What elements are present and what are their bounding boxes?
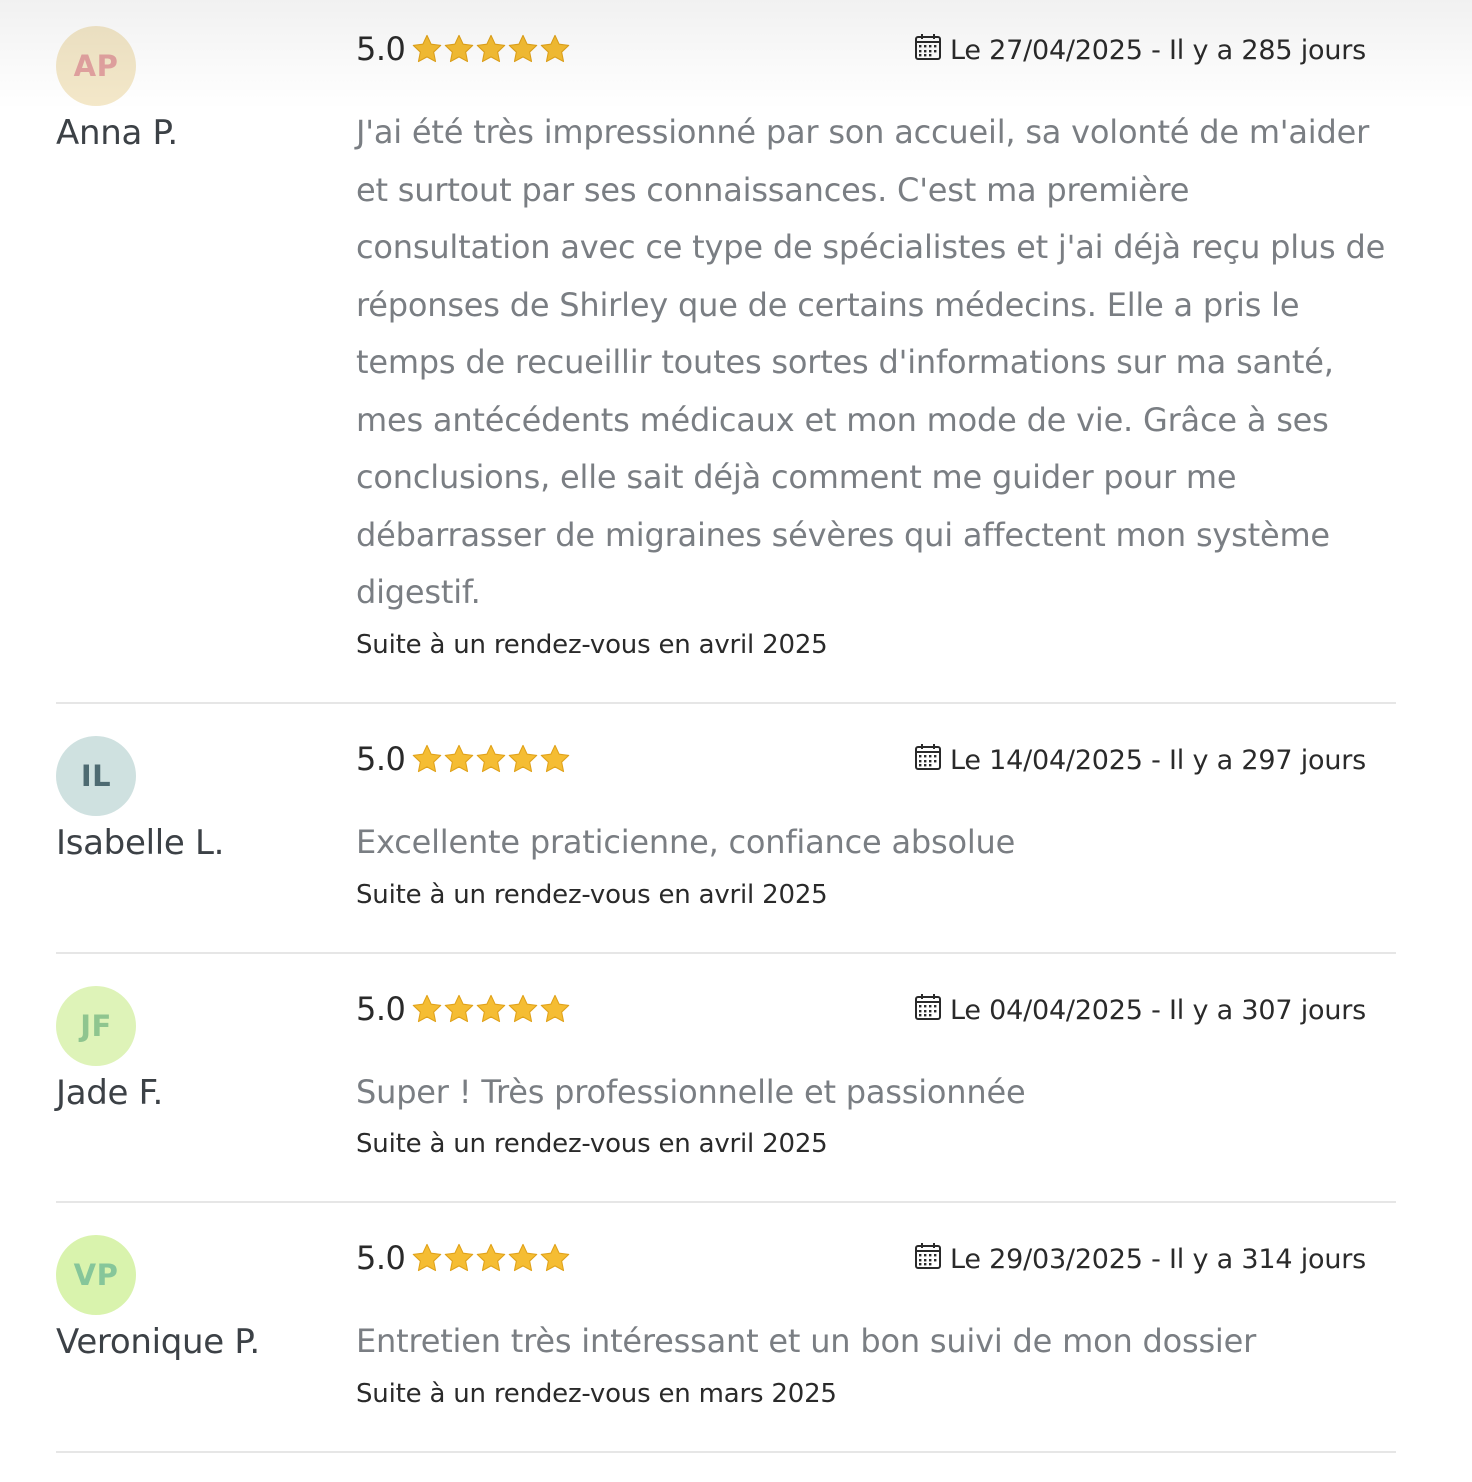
review-date: Le 29/03/2025 - Il y a 314 jours (914, 1242, 1366, 1277)
reviewer-name: Veronique P. (56, 1322, 260, 1362)
review-date-text: Le 14/04/2025 - Il y a 297 jours (949, 745, 1366, 776)
star-icon (541, 34, 570, 63)
star-icon (477, 1243, 506, 1272)
avatar-initials: JF (80, 1009, 112, 1043)
rating-stars (411, 743, 571, 775)
star-icon (413, 34, 442, 63)
avatar-initials: IL (80, 759, 112, 793)
star-icon (477, 744, 506, 773)
review-item: IL Isabelle L. 5.0 Le 14/04/2025 - Il y … (56, 704, 1396, 954)
review-item: VP Veronique P. 5.0 Le 29/03/2025 - Il y… (56, 1203, 1396, 1453)
reviewer-name: Isabelle L. (56, 823, 225, 863)
calendar-icon (914, 1242, 950, 1277)
star-icon (413, 744, 442, 773)
review-date-text: Le 27/04/2025 - Il y a 285 jours (949, 35, 1366, 66)
star-icon (445, 1243, 474, 1272)
review-date-text: Le 29/03/2025 - Il y a 314 jours (949, 1244, 1366, 1275)
star-icon (541, 994, 570, 1023)
star-icon (541, 744, 570, 773)
appointment-info: Suite à un rendez-vous en avril 2025 (356, 630, 828, 660)
review-comment: Entretien très intéressant et un bon sui… (356, 1322, 1257, 1360)
avatar-initials: VP (73, 1258, 119, 1292)
rating: 5.0 (356, 990, 571, 1028)
rating-stars (411, 993, 571, 1025)
rating-stars (411, 33, 571, 65)
avatar: IL (56, 736, 136, 816)
review-date-text: Le 04/04/2025 - Il y a 307 jours (949, 995, 1366, 1026)
star-icon (509, 1243, 538, 1272)
avatar: AP (56, 26, 136, 106)
star-icon (477, 994, 506, 1023)
rating-score: 5.0 (356, 740, 406, 778)
star-icon (413, 1243, 442, 1272)
review-date: Le 04/04/2025 - Il y a 307 jours (914, 993, 1366, 1028)
avatar: VP (56, 1235, 136, 1315)
rating: 5.0 (356, 30, 571, 68)
calendar-icon (914, 993, 950, 1028)
appointment-info: Suite à un rendez-vous en mars 2025 (356, 1379, 837, 1409)
star-icon (477, 34, 506, 63)
rating-score: 5.0 (356, 1239, 406, 1277)
rating-score: 5.0 (356, 30, 406, 68)
reviewer-name: Anna P. (56, 113, 178, 153)
star-icon (445, 994, 474, 1023)
avatar: JF (56, 986, 136, 1066)
star-icon (541, 1243, 570, 1272)
review-date: Le 27/04/2025 - Il y a 285 jours (914, 33, 1366, 68)
review-date: Le 14/04/2025 - Il y a 297 jours (914, 743, 1366, 778)
calendar-icon (914, 33, 950, 68)
review-comment: J'ai été très impressionné par son accue… (356, 113, 1386, 611)
star-icon (445, 34, 474, 63)
rating-stars (411, 1242, 571, 1274)
reviewer-name: Jade F. (56, 1073, 163, 1113)
star-icon (445, 744, 474, 773)
appointment-info: Suite à un rendez-vous en avril 2025 (356, 880, 828, 910)
star-icon (509, 34, 538, 63)
appointment-info: Suite à un rendez-vous en avril 2025 (356, 1129, 828, 1159)
calendar-icon (914, 743, 950, 778)
review-comment: Super ! Très professionnelle et passionn… (356, 1073, 1026, 1111)
rating-score: 5.0 (356, 990, 406, 1028)
avatar-initials: AP (73, 49, 119, 83)
rating: 5.0 (356, 740, 571, 778)
rating: 5.0 (356, 1239, 571, 1277)
review-item: AP Anna P. 5.0 Le 27/04/2025 - Il y a 28… (56, 0, 1396, 704)
review-comment: Excellente praticienne, confiance absolu… (356, 823, 1016, 861)
star-icon (509, 994, 538, 1023)
star-icon (413, 994, 442, 1023)
star-icon (509, 744, 538, 773)
review-item: JF Jade F. 5.0 Le 04/04/2025 - Il y a 30… (56, 954, 1396, 1203)
